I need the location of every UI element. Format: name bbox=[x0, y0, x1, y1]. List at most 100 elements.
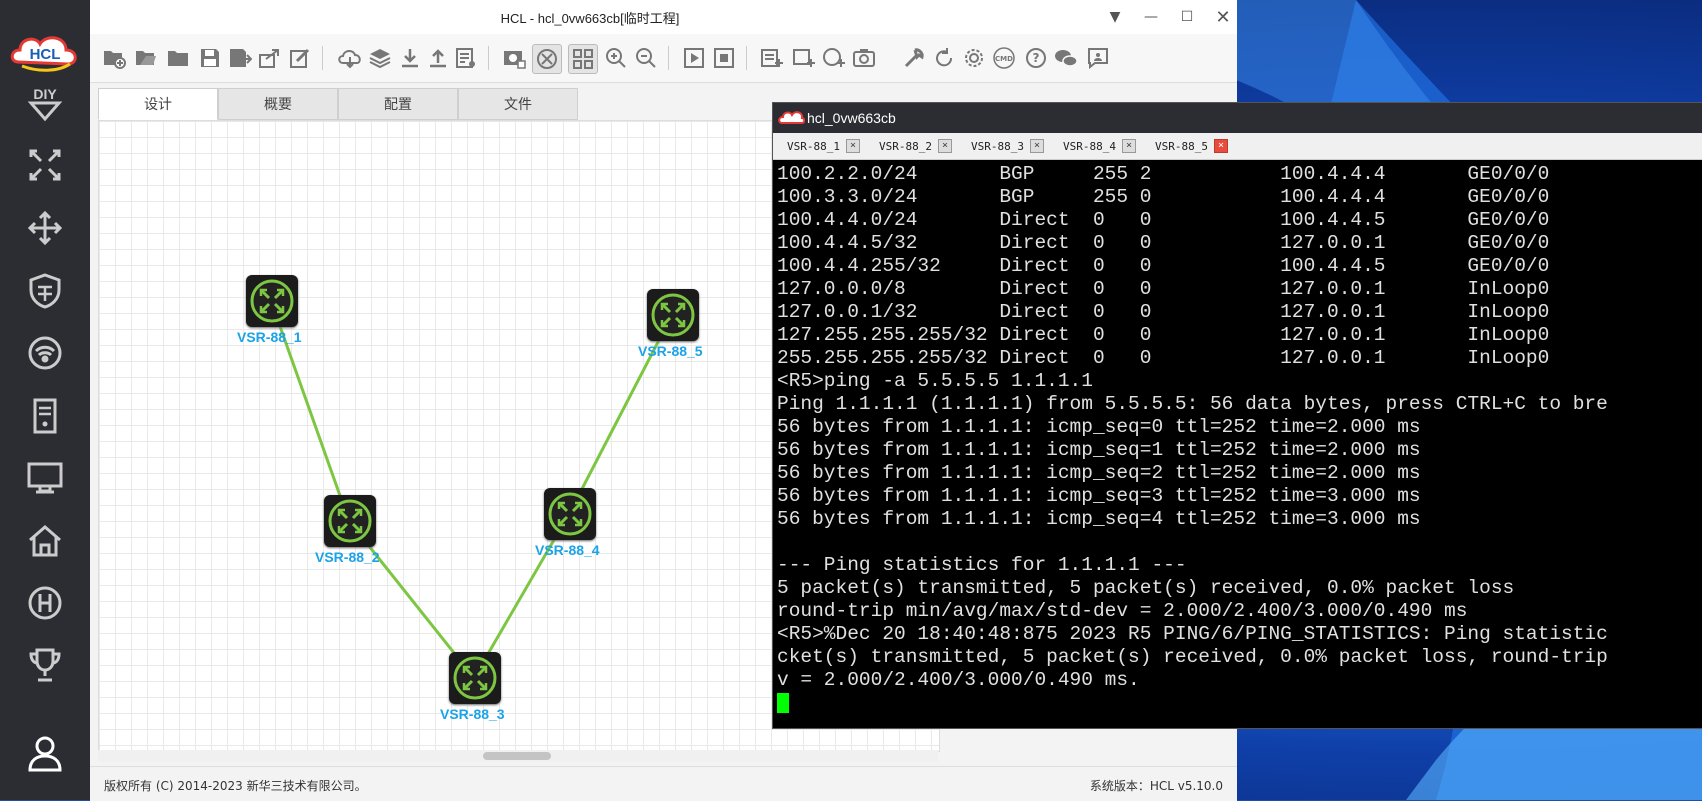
export-icon[interactable] bbox=[256, 44, 284, 72]
terminal-tab-active[interactable]: VSR-88_5 × bbox=[1155, 136, 1228, 156]
folder-icon[interactable] bbox=[164, 44, 192, 72]
terminal-output[interactable]: 100.2.2.0/24 BGP 255 2 100.4.4.4 GE0/0/0… bbox=[777, 163, 1702, 723]
cloud-logo-icon bbox=[778, 111, 805, 124]
feedback-icon[interactable] bbox=[1084, 44, 1112, 72]
grid-view-icon[interactable] bbox=[568, 44, 598, 74]
tab-design[interactable]: 设计 bbox=[98, 88, 218, 120]
terminal-line: 56 bytes from 1.1.1.1: icmp_seq=0 ttl=25… bbox=[777, 416, 1421, 438]
router-node[interactable] bbox=[544, 488, 596, 540]
open-project-icon[interactable] bbox=[132, 44, 160, 72]
terminal-line: <R5>ping -a 5.5.5.5 1.1.1.1 bbox=[777, 370, 1093, 392]
toolbar: CMD ? bbox=[90, 34, 1237, 83]
terminal-line: 127.0.0.1/32 Direct 0 0 127.0.0.1 InLoop… bbox=[777, 301, 1550, 323]
terminal-line: 100.4.4.0/24 Direct 0 0 100.4.4.5 GE0/0/… bbox=[777, 209, 1550, 231]
help-icon[interactable]: ? bbox=[1022, 44, 1050, 72]
tab-close-icon[interactable]: × bbox=[1029, 139, 1044, 153]
router-node[interactable] bbox=[246, 275, 298, 327]
camera-icon[interactable] bbox=[850, 44, 878, 72]
diy-icon[interactable]: DIY bbox=[20, 78, 70, 128]
tab-config[interactable]: 配置 bbox=[338, 88, 458, 120]
import-icon[interactable] bbox=[396, 44, 424, 72]
svg-text:CMD: CMD bbox=[995, 55, 1013, 63]
node-label: VSR-88_1 bbox=[237, 329, 302, 345]
router-node[interactable] bbox=[324, 495, 376, 547]
terminal-tab[interactable]: VSR-88_4 × bbox=[1063, 136, 1136, 156]
h3c-icon[interactable] bbox=[20, 578, 70, 628]
edit-icon[interactable] bbox=[286, 44, 314, 72]
report-icon[interactable] bbox=[452, 44, 480, 72]
terminal-line: 5 packet(s) transmitted, 5 packet(s) rec… bbox=[777, 577, 1515, 599]
tab-overview[interactable]: 概要 bbox=[218, 88, 338, 120]
wechat-icon[interactable] bbox=[1052, 44, 1080, 72]
status-bar: 版权所有 (C) 2014-2023 新华三技术有限公司。 系统版本：HCL v… bbox=[90, 766, 1237, 801]
terminal-titlebar: hcl_0vw663cb bbox=[773, 103, 1702, 133]
terminal-line: 56 bytes from 1.1.1.1: icmp_seq=3 ttl=25… bbox=[777, 485, 1421, 507]
copyright-text: 版权所有 (C) 2014-2023 新华三技术有限公司。 bbox=[104, 779, 367, 793]
terminal-line: 100.3.3.0/24 BGP 255 0 100.4.4.4 GE0/0/0 bbox=[777, 186, 1550, 208]
terminal-line: cket(s) transmitted, 5 packet(s) receive… bbox=[777, 646, 1608, 668]
layers-icon[interactable] bbox=[366, 44, 394, 72]
node-label: VSR-88_3 bbox=[440, 706, 505, 722]
monitor-icon[interactable] bbox=[20, 453, 70, 503]
server-icon[interactable] bbox=[20, 391, 70, 441]
user-icon[interactable] bbox=[20, 728, 70, 778]
topology-view-icon[interactable] bbox=[532, 44, 562, 74]
close-button[interactable]: ✕ bbox=[1209, 4, 1237, 30]
zoom-in-icon[interactable] bbox=[602, 44, 630, 72]
terminal-tab[interactable]: VSR-88_3 × bbox=[971, 136, 1044, 156]
terminal-tab[interactable]: VSR-88_2 × bbox=[879, 136, 952, 156]
router-node[interactable] bbox=[449, 652, 501, 704]
terminal-line: 56 bytes from 1.1.1.1: icmp_seq=4 ttl=25… bbox=[777, 508, 1421, 530]
version-text: 系统版本：HCL v5.10.0 bbox=[1089, 779, 1223, 793]
terminal-tab[interactable]: VSR-88_1 × bbox=[787, 136, 860, 156]
add-ellipse-icon[interactable] bbox=[820, 44, 848, 72]
tab-close-icon[interactable]: × bbox=[1121, 139, 1136, 153]
firewall-icon[interactable] bbox=[20, 266, 70, 316]
router-node[interactable] bbox=[647, 289, 699, 341]
upload-icon[interactable] bbox=[424, 44, 452, 72]
terminal-line: Ping 1.1.1.1 (1.1.1.1) from 5.5.5.5: 56 … bbox=[777, 393, 1608, 415]
switch-icon[interactable] bbox=[20, 203, 70, 253]
terminal-prompt-line[interactable] bbox=[777, 692, 1702, 715]
tab-close-icon[interactable]: × bbox=[1213, 139, 1228, 153]
tab-close-icon[interactable]: × bbox=[845, 139, 860, 153]
terminal-line: --- Ping statistics for 1.1.1.1 --- bbox=[777, 554, 1187, 576]
stop-all-icon[interactable] bbox=[710, 44, 738, 72]
new-project-icon[interactable] bbox=[100, 44, 128, 72]
terminal-line: 56 bytes from 1.1.1.1: icmp_seq=1 ttl=25… bbox=[777, 439, 1421, 461]
add-rect-icon[interactable] bbox=[790, 44, 818, 72]
hcl-logo: HCL bbox=[8, 30, 82, 72]
save-as-icon[interactable] bbox=[226, 44, 254, 72]
tab-files[interactable]: 文件 bbox=[458, 88, 578, 120]
tools-icon[interactable] bbox=[900, 44, 928, 72]
toolbar-separator bbox=[488, 46, 489, 70]
window-titlebar: HCL - hcl_0vw663cb[临时工程] ▼ — ☐ ✕ bbox=[90, 0, 1237, 35]
dropdown-icon[interactable]: ▼ bbox=[1101, 4, 1129, 30]
wireless-icon[interactable] bbox=[20, 328, 70, 378]
terminal-line: 100.2.2.0/24 BGP 255 2 100.4.4.4 GE0/0/0 bbox=[777, 163, 1550, 185]
settings-icon[interactable] bbox=[960, 44, 988, 72]
cloud-icon[interactable] bbox=[336, 44, 364, 72]
terminal-window[interactable]: hcl_0vw663cb VSR-88_1 × VSR-88_2 × VSR-88_… bbox=[772, 102, 1702, 729]
router-icon[interactable] bbox=[20, 140, 70, 190]
maximize-button[interactable]: ☐ bbox=[1173, 4, 1201, 30]
terminal-line: 56 bytes from 1.1.1.1: icmp_seq=2 ttl=25… bbox=[777, 462, 1421, 484]
scrollbar-thumb[interactable] bbox=[483, 752, 551, 760]
terminal-line: 100.4.4.255/32 Direct 0 0 100.4.4.5 GE0/… bbox=[777, 255, 1550, 277]
toolbar-separator bbox=[322, 46, 323, 70]
add-text-icon[interactable] bbox=[758, 44, 786, 72]
refresh-icon[interactable] bbox=[930, 44, 958, 72]
minimize-button[interactable]: — bbox=[1137, 4, 1165, 30]
save-icon[interactable] bbox=[196, 44, 224, 72]
svg-text:HCL: HCL bbox=[30, 46, 61, 63]
terminal-line: round-trip min/avg/max/std-dev = 2.000/2… bbox=[777, 600, 1468, 622]
svg-text:DIY: DIY bbox=[33, 86, 57, 102]
home-icon[interactable] bbox=[20, 516, 70, 566]
horizontal-scrollbar[interactable] bbox=[98, 750, 938, 762]
tab-close-icon[interactable]: × bbox=[937, 139, 952, 153]
start-all-icon[interactable] bbox=[680, 44, 708, 72]
cmd-icon[interactable]: CMD bbox=[990, 44, 1018, 72]
trophy-icon[interactable] bbox=[20, 640, 70, 690]
screenshot-icon[interactable] bbox=[500, 44, 528, 72]
zoom-out-icon[interactable] bbox=[632, 44, 660, 72]
